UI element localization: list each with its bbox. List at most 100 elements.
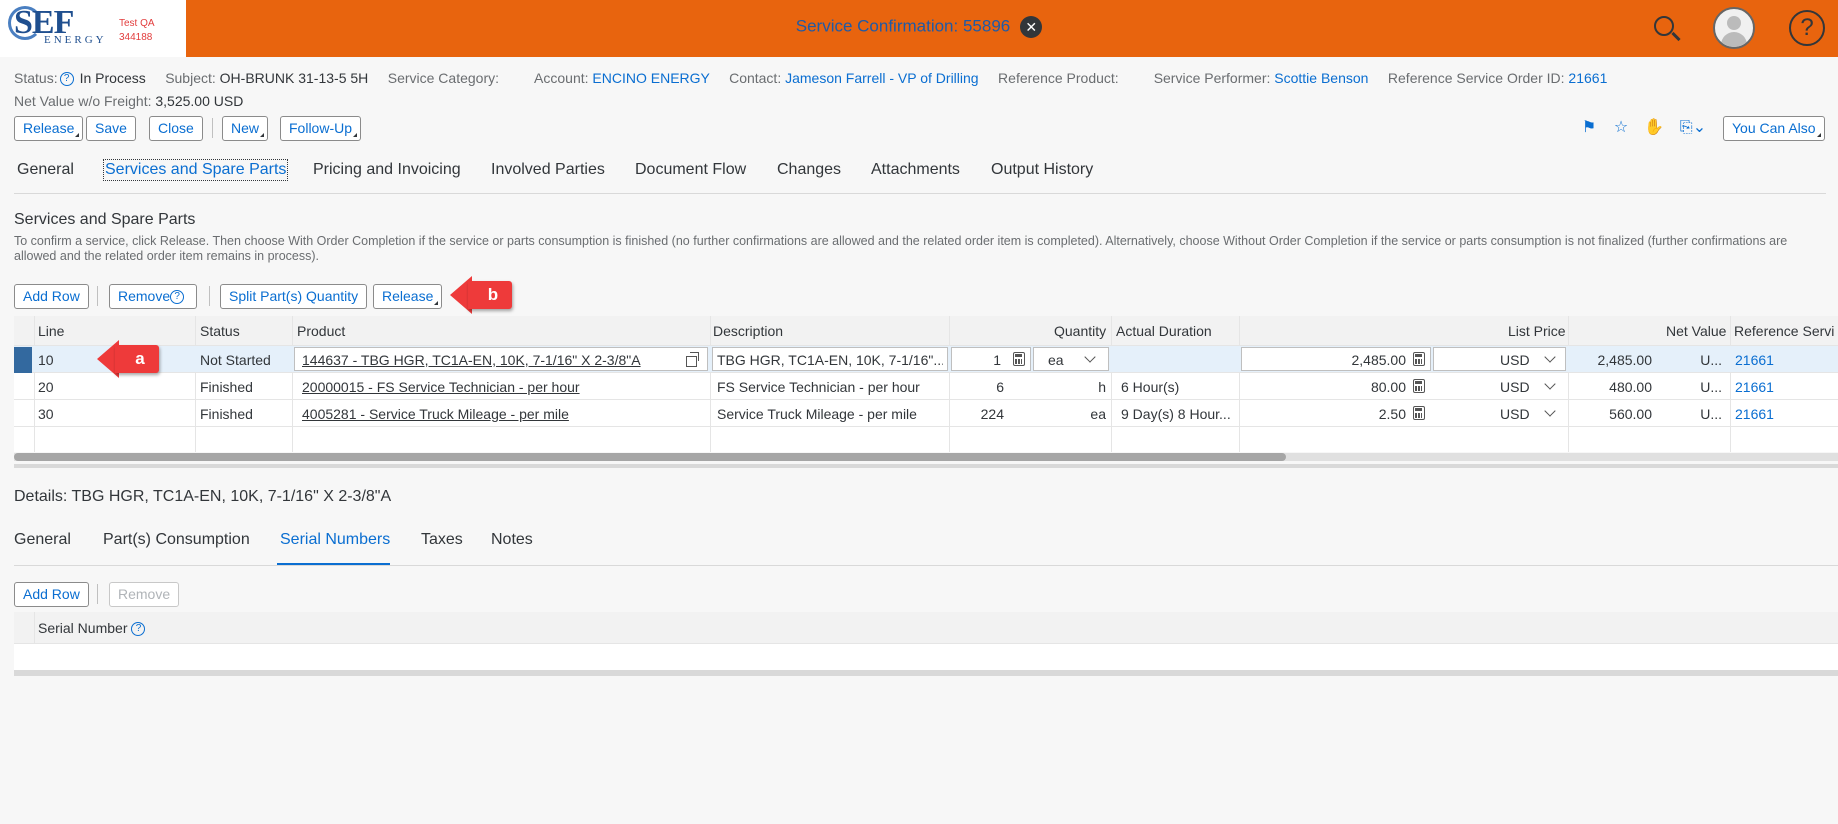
you-can-also-button[interactable]: You Can Also: [1723, 116, 1825, 141]
help-icon[interactable]: ?: [1789, 10, 1825, 46]
details-title: Details: TBG HGR, TC1A-EN, 10K, 7-1/16" …: [14, 488, 392, 505]
info-icon[interactable]: ?: [170, 290, 185, 304]
description-cell: TBG HGR, TC1A-EN, 10K, 7-1/16"...: [717, 352, 943, 368]
table-row[interactable]: 10 Not Started 144637 - TBG HGR, TC1A-EN…: [14, 346, 1838, 373]
table-row[interactable]: 20 Finished 20000015 - FS Service Techni…: [14, 373, 1838, 400]
toolbar-separator: [212, 118, 213, 138]
section-description: To confirm a service, click Release. The…: [14, 234, 1788, 263]
col-line[interactable]: Line: [38, 323, 64, 339]
reference-order-link[interactable]: 21661: [1568, 70, 1607, 86]
tab-changes[interactable]: Changes: [777, 161, 841, 179]
status-cell: Finished: [200, 406, 253, 422]
toolbar-separator: [209, 286, 210, 306]
price-value: 80.00: [1370, 379, 1406, 395]
col-quantity[interactable]: Quantity: [1054, 323, 1106, 339]
copy-icon[interactable]: [686, 352, 699, 367]
net-value: 3,525.00 USD: [155, 93, 244, 109]
price-value: 2,485.00: [1351, 352, 1407, 368]
shell-title: Service Confirmation: 55896 ✕: [0, 16, 1838, 38]
net-currency-cell: U...: [1700, 406, 1722, 422]
col-description[interactable]: Description: [713, 323, 783, 339]
scrollbar-thumb[interactable]: [14, 453, 1286, 461]
subject-value: OH-BRUNK 31-13-5 5H: [219, 70, 369, 86]
calculator-icon[interactable]: [1013, 352, 1025, 366]
tab-output-history[interactable]: Output History: [991, 161, 1093, 179]
performer-link[interactable]: Scottie Benson: [1274, 70, 1368, 86]
row-selector[interactable]: [14, 347, 32, 373]
reference-link[interactable]: 21661: [1735, 352, 1774, 368]
table-release-button[interactable]: Release: [373, 284, 443, 309]
add-document-icon[interactable]: ⎘⌄: [1676, 119, 1710, 137]
info-icon[interactable]: ?: [131, 622, 146, 637]
release-button[interactable]: Release: [14, 116, 84, 141]
product-link[interactable]: 20000015 - FS Service Technician - per h…: [302, 379, 580, 395]
avatar[interactable]: [1713, 7, 1755, 49]
unit-select[interactable]: [1033, 347, 1109, 371]
star-icon[interactable]: ☆: [1612, 119, 1630, 137]
object-header: Status:? In Process Subject: OH-BRUNK 31-…: [14, 70, 1607, 87]
col-net-value[interactable]: Net Value: [1666, 323, 1726, 339]
calculator-icon[interactable]: [1413, 406, 1425, 420]
price-value: 2.50: [1378, 406, 1406, 422]
tab-details-general[interactable]: General: [14, 531, 71, 549]
status-cell: Not Started: [200, 352, 271, 368]
items-table: Line Status Product Description Quantity…: [14, 316, 1838, 452]
remove-button[interactable]: Remove?: [109, 284, 198, 309]
contact-link[interactable]: Jameson Farrell - VP of Drilling: [785, 70, 978, 86]
product-link[interactable]: 4005281 - Service Truck Mileage - per mi…: [302, 406, 569, 422]
page-title: Service Confirmation: 55896: [795, 16, 1011, 36]
split-quantity-button[interactable]: Split Part(s) Quantity: [220, 284, 368, 309]
col-reference-service[interactable]: Reference Servi: [1734, 323, 1834, 339]
flag-icon[interactable]: ⚑: [1580, 119, 1598, 137]
close-circle-icon[interactable]: ✕: [1020, 16, 1043, 38]
add-row-button[interactable]: Add Row: [14, 284, 89, 309]
tab-taxes[interactable]: Taxes: [421, 531, 463, 549]
contact-label: Contact:: [729, 70, 782, 86]
col-product[interactable]: Product: [297, 323, 345, 339]
tab-document-flow[interactable]: Document Flow: [635, 161, 746, 179]
description-cell: Service Truck Mileage - per mile: [717, 406, 917, 422]
table-row[interactable]: 30 Finished 4005281 - Service Truck Mile…: [14, 400, 1838, 427]
account-link[interactable]: ENCINO ENERGY: [592, 70, 709, 86]
col-actual-duration[interactable]: Actual Duration: [1116, 323, 1212, 339]
calculator-icon[interactable]: [1413, 352, 1425, 366]
tab-pricing-and-invoicing[interactable]: Pricing and Invoicing: [313, 161, 461, 179]
chevron-down-icon[interactable]: [1544, 378, 1556, 390]
tab-parts-consumption[interactable]: Part(s) Consumption: [103, 531, 250, 549]
serial-table-footer-bar: [14, 670, 1838, 676]
net-currency-cell: U...: [1700, 352, 1722, 368]
info-icon[interactable]: ?: [59, 72, 74, 87]
tab-attachments[interactable]: Attachments: [871, 161, 960, 179]
tab-notes[interactable]: Notes: [491, 531, 533, 549]
net-value-cell: 2,485.00: [1597, 352, 1653, 368]
serial-remove-button[interactable]: Remove: [109, 582, 180, 607]
chevron-down-icon[interactable]: [1544, 405, 1556, 417]
new-button[interactable]: New: [222, 116, 269, 141]
currency-value: USD: [1500, 352, 1530, 368]
follow-up-button[interactable]: Follow-Up: [280, 116, 362, 141]
col-status[interactable]: Status: [200, 323, 240, 339]
tab-general[interactable]: General: [17, 161, 74, 179]
reference-link[interactable]: 21661: [1735, 406, 1774, 422]
net-value-cell: 560.00: [1609, 406, 1652, 422]
calculator-icon[interactable]: [1413, 379, 1425, 393]
tab-serial-numbers[interactable]: Serial Numbers: [280, 531, 390, 549]
product-link[interactable]: 144637 - TBG HGR, TC1A-EN, 10K, 7-1/16" …: [302, 352, 672, 368]
col-serial-number[interactable]: Serial Number?: [38, 620, 151, 637]
search-icon[interactable]: [1652, 14, 1682, 44]
quantity-value: 1: [993, 352, 1001, 368]
tab-involved-parties[interactable]: Involved Parties: [491, 161, 605, 179]
tab-divider: [14, 193, 1826, 194]
net-currency-cell: U...: [1700, 379, 1722, 395]
shell-bar: SEF ENERGY Test QA 344188 Service Confir…: [0, 0, 1838, 57]
reference-order-label: Reference Service Order ID:: [1387, 70, 1565, 86]
hand-icon[interactable]: ✋: [1644, 119, 1664, 137]
serial-add-row-button[interactable]: Add Row: [14, 582, 89, 607]
reference-link[interactable]: 21661: [1735, 379, 1774, 395]
close-button[interactable]: Close: [149, 116, 203, 141]
quantity-value: 224: [980, 406, 1004, 422]
col-list-price[interactable]: List Price: [1508, 323, 1566, 339]
details-tab-divider: [14, 565, 1838, 566]
save-button[interactable]: Save: [86, 116, 136, 141]
tab-services-and-spare-parts[interactable]: Services and Spare Parts: [102, 159, 289, 181]
